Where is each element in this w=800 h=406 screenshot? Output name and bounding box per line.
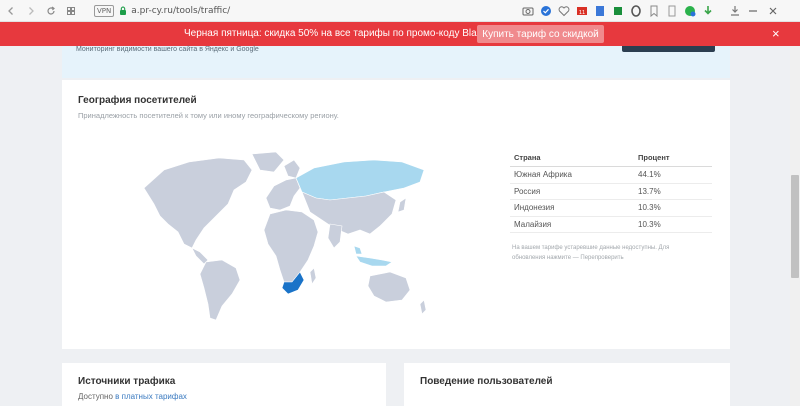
svg-text:11: 11 bbox=[579, 10, 585, 16]
map-south-america bbox=[199, 259, 241, 321]
bookmark-icon[interactable] bbox=[647, 4, 661, 18]
arrow-left-icon[interactable] bbox=[2, 2, 20, 20]
country-cell: Малайзия bbox=[514, 219, 552, 229]
mail-icon[interactable]: 11 bbox=[575, 4, 589, 18]
traffic-sources-title: Источники трафика bbox=[78, 376, 176, 387]
percent-cell: 10.3% bbox=[638, 203, 661, 213]
outdated-data-note: На вашем тарифе устаревшие данные недост… bbox=[512, 243, 702, 263]
note-line-2[interactable]: обновления нажмите — Перепроверить bbox=[512, 253, 702, 263]
table-row: Индонезия 10.3% bbox=[510, 200, 712, 217]
map-north-america bbox=[143, 157, 253, 249]
percent-cell: 10.3% bbox=[638, 219, 661, 229]
flag-icon[interactable] bbox=[665, 4, 679, 18]
map-africa bbox=[263, 209, 319, 283]
vpn-badge[interactable]: VPN bbox=[94, 4, 115, 17]
shield-icon[interactable] bbox=[539, 4, 553, 18]
user-behavior-card: Поведение пользователей bbox=[404, 363, 730, 406]
close-icon[interactable] bbox=[766, 4, 780, 18]
country-cell: Россия bbox=[514, 186, 541, 196]
user-behavior-title: Поведение пользователей bbox=[420, 376, 553, 387]
heart-icon[interactable] bbox=[557, 4, 571, 18]
availability-prefix: Доступно bbox=[78, 392, 116, 401]
header-percent: Процент bbox=[638, 153, 670, 162]
header-country: Страна bbox=[514, 153, 541, 162]
map-russia bbox=[295, 159, 425, 201]
map-japan bbox=[397, 197, 407, 213]
table-row: Южная Африка 44.1% bbox=[510, 167, 712, 184]
map-madagascar bbox=[309, 267, 317, 285]
paid-plans-link[interactable]: в платных тарифах bbox=[115, 392, 187, 401]
minimize-icon[interactable] bbox=[746, 4, 760, 18]
map-australia bbox=[367, 271, 411, 303]
country-cell: Индонезия bbox=[514, 203, 555, 213]
map-indonesia bbox=[355, 255, 393, 267]
map-malaysia bbox=[353, 245, 363, 255]
arrow-right-icon[interactable] bbox=[22, 2, 40, 20]
map-scandinavia bbox=[283, 159, 301, 179]
visibility-card: Мониторинг видимости вашего сайта в Янде… bbox=[62, 46, 730, 78]
promo-banner: Черная пятница: скидка 50% на все тарифы… bbox=[0, 22, 800, 46]
downloads-icon[interactable] bbox=[728, 4, 742, 18]
note-line-1: На вашем тарифе устаревшие данные недост… bbox=[512, 245, 670, 251]
map-new-zealand bbox=[419, 299, 427, 315]
map-central-america bbox=[191, 247, 209, 265]
scrollbar-thumb[interactable] bbox=[791, 175, 799, 278]
traffic-sources-card: Источники трафика Доступно в платных тар… bbox=[62, 363, 386, 406]
percent-cell: 44.1% bbox=[638, 170, 661, 180]
address-bar[interactable]: a.pr-cy.ru/tools/traffic/ bbox=[131, 6, 230, 16]
table-header: Страна Процент bbox=[510, 149, 712, 167]
map-india bbox=[327, 223, 343, 249]
map-europe bbox=[265, 177, 301, 211]
grid-icon[interactable] bbox=[62, 2, 80, 20]
geography-title: География посетителей bbox=[78, 95, 197, 106]
translate-icon[interactable] bbox=[593, 4, 607, 18]
traffic-sources-subtitle: Доступно в платных тарифах bbox=[78, 392, 187, 401]
geography-card: География посетителей Принадлежность пос… bbox=[62, 80, 730, 349]
country-table: Страна Процент Южная Африка 44.1% Россия… bbox=[510, 149, 712, 233]
world-map bbox=[143, 151, 427, 321]
visibility-card-button[interactable] bbox=[622, 46, 715, 52]
visibility-card-text: Мониторинг видимости вашего сайта в Янде… bbox=[76, 46, 259, 53]
geography-subtitle: Принадлежность посетителей к тому или ин… bbox=[78, 111, 339, 120]
percent-cell: 13.7% bbox=[638, 186, 661, 196]
promo-close-icon[interactable]: × bbox=[772, 27, 780, 40]
country-cell: Южная Африка bbox=[514, 170, 572, 180]
table-row: Россия 13.7% bbox=[510, 184, 712, 200]
table-row: Малайзия 10.3% bbox=[510, 217, 712, 233]
globe-icon[interactable] bbox=[683, 4, 697, 18]
promo-text: Черная пятница: скидка 50% на все тарифы… bbox=[184, 28, 525, 39]
browser-toolbar: VPN a.pr-cy.ru/tools/traffic/ 11 bbox=[0, 0, 800, 22]
opera-icon[interactable] bbox=[629, 4, 643, 18]
lock-icon bbox=[120, 6, 127, 15]
download-icon[interactable] bbox=[701, 4, 715, 18]
camera-icon[interactable] bbox=[521, 4, 535, 18]
reload-icon[interactable] bbox=[42, 2, 60, 20]
calendar-icon[interactable] bbox=[611, 4, 625, 18]
buy-discount-button[interactable]: Купить тариф со скидкой bbox=[477, 25, 604, 43]
map-greenland bbox=[251, 151, 285, 173]
